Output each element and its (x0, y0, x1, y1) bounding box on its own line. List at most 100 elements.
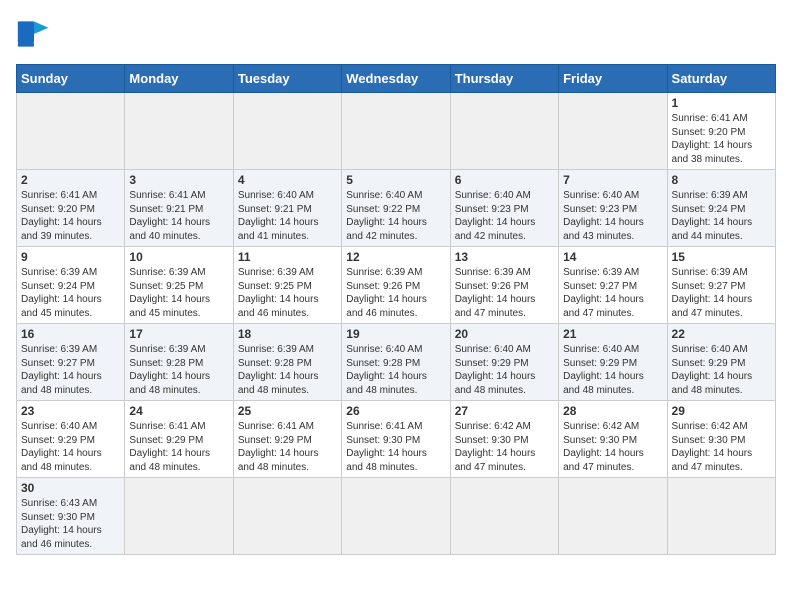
day-info: Sunrise: 6:42 AM Sunset: 9:30 PM Dayligh… (563, 420, 662, 474)
calendar-day-cell: 6 Sunrise: 6:40 AM Sunset: 9:23 PM Daylig… (450, 170, 558, 247)
calendar-day-cell: 28 Sunrise: 6:42 AM Sunset: 9:30 PM Dayli… (559, 401, 667, 478)
day-number: 23 (21, 404, 120, 418)
calendar-day-cell (667, 478, 775, 555)
day-info: Sunrise: 6:39 AM Sunset: 9:24 PM Dayligh… (672, 189, 771, 243)
calendar-day-cell: 8Sunrise: 6:39 AM Sunset: 9:24 PM Daylig… (667, 170, 775, 247)
day-info: Sunrise: 6:40 AM Sunset: 9:22 PM Dayligh… (346, 189, 445, 243)
day-info: Sunrise: 6:40 AM Sunset: 9:21 PM Dayligh… (238, 189, 337, 243)
calendar-week-row: 16 Sunrise: 6:39 AM Sunset: 9:27 PM Dayli… (17, 324, 776, 401)
day-info: Sunrise: 6:41 AM Sunset: 9:20 PM Dayligh… (21, 189, 120, 243)
day-number: 1 (672, 96, 771, 110)
day-info: Sunrise: 6:39 AM Sunset: 9:28 PM Dayligh… (238, 343, 337, 397)
calendar-day-cell: 24 Sunrise: 6:41 AM Sunset: 9:29 PM Dayli… (125, 401, 233, 478)
day-number: 10 (129, 250, 228, 264)
calendar-day-cell (125, 93, 233, 170)
calendar-table: SundayMondayTuesdayWednesdayThursdayFrid… (16, 64, 776, 555)
calendar-day-cell: 20Sunrise: 6:40 AM Sunset: 9:29 PM Dayli… (450, 324, 558, 401)
day-number: 24 (129, 404, 228, 418)
day-info: Sunrise: 6:42 AM Sunset: 9:30 PM Dayligh… (672, 420, 771, 474)
day-number: 6 (455, 173, 554, 187)
col-header-tuesday: Tuesday (233, 65, 341, 93)
day-number: 14 (563, 250, 662, 264)
page-header (16, 16, 776, 52)
day-number: 22 (672, 327, 771, 341)
day-number: 16 (21, 327, 120, 341)
calendar-day-cell: 11Sunrise: 6:39 AM Sunset: 9:25 PM Dayli… (233, 247, 341, 324)
calendar-day-cell: 16 Sunrise: 6:39 AM Sunset: 9:27 PM Dayli… (17, 324, 125, 401)
day-number: 28 (563, 404, 662, 418)
day-info: Sunrise: 6:39 AM Sunset: 9:27 PM Dayligh… (563, 266, 662, 320)
day-info: Sunrise: 6:40 AM Sunset: 9:23 PM Dayligh… (563, 189, 662, 243)
calendar-day-cell: 17Sunrise: 6:39 AM Sunset: 9:28 PM Dayli… (125, 324, 233, 401)
day-info: Sunrise: 6:39 AM Sunset: 9:24 PM Dayligh… (21, 266, 120, 320)
calendar-day-cell: 7 Sunrise: 6:40 AM Sunset: 9:23 PM Daylig… (559, 170, 667, 247)
day-number: 20 (455, 327, 554, 341)
calendar-day-cell (342, 478, 450, 555)
calendar-day-cell: 19Sunrise: 6:40 AM Sunset: 9:28 PM Dayli… (342, 324, 450, 401)
calendar-day-cell: 14 Sunrise: 6:39 AM Sunset: 9:27 PM Dayli… (559, 247, 667, 324)
calendar-week-row: 1 Sunrise: 6:41 AM Sunset: 9:20 PM Daylig… (17, 93, 776, 170)
day-info: Sunrise: 6:39 AM Sunset: 9:27 PM Dayligh… (21, 343, 120, 397)
col-header-saturday: Saturday (667, 65, 775, 93)
col-header-monday: Monday (125, 65, 233, 93)
col-header-sunday: Sunday (17, 65, 125, 93)
day-number: 7 (563, 173, 662, 187)
calendar-day-cell: 27 Sunrise: 6:42 AM Sunset: 9:30 PM Dayli… (450, 401, 558, 478)
day-info: Sunrise: 6:42 AM Sunset: 9:30 PM Dayligh… (455, 420, 554, 474)
calendar-week-row: 23 Sunrise: 6:40 AM Sunset: 9:29 PM Dayli… (17, 401, 776, 478)
day-number: 2 (21, 173, 120, 187)
calendar-day-cell: 21 Sunrise: 6:40 AM Sunset: 9:29 PM Dayli… (559, 324, 667, 401)
day-info: Sunrise: 6:40 AM Sunset: 9:29 PM Dayligh… (672, 343, 771, 397)
calendar-day-cell: 2 Sunrise: 6:41 AM Sunset: 9:20 PM Daylig… (17, 170, 125, 247)
calendar-day-cell: 18 Sunrise: 6:39 AM Sunset: 9:28 PM Dayli… (233, 324, 341, 401)
logo (16, 16, 58, 52)
calendar-day-cell: 23 Sunrise: 6:40 AM Sunset: 9:29 PM Dayli… (17, 401, 125, 478)
calendar-day-cell (125, 478, 233, 555)
calendar-header-row: SundayMondayTuesdayWednesdayThursdayFrid… (17, 65, 776, 93)
calendar-day-cell (17, 93, 125, 170)
col-header-thursday: Thursday (450, 65, 558, 93)
calendar-day-cell: 5 Sunrise: 6:40 AM Sunset: 9:22 PM Daylig… (342, 170, 450, 247)
calendar-day-cell: 3Sunrise: 6:41 AM Sunset: 9:21 PM Daylig… (125, 170, 233, 247)
calendar-day-cell: 30 Sunrise: 6:43 AM Sunset: 9:30 PM Dayli… (17, 478, 125, 555)
day-info: Sunrise: 6:43 AM Sunset: 9:30 PM Dayligh… (21, 497, 120, 551)
day-number: 30 (21, 481, 120, 495)
calendar-week-row: 30 Sunrise: 6:43 AM Sunset: 9:30 PM Dayli… (17, 478, 776, 555)
calendar-day-cell: 10 Sunrise: 6:39 AM Sunset: 9:25 PM Dayli… (125, 247, 233, 324)
calendar-day-cell: 4 Sunrise: 6:40 AM Sunset: 9:21 PM Daylig… (233, 170, 341, 247)
day-info: Sunrise: 6:39 AM Sunset: 9:26 PM Dayligh… (346, 266, 445, 320)
calendar-week-row: 9 Sunrise: 6:39 AM Sunset: 9:24 PM Daylig… (17, 247, 776, 324)
day-number: 15 (672, 250, 771, 264)
day-number: 12 (346, 250, 445, 264)
calendar-day-cell: 1 Sunrise: 6:41 AM Sunset: 9:20 PM Daylig… (667, 93, 775, 170)
calendar-day-cell: 25Sunrise: 6:41 AM Sunset: 9:29 PM Dayli… (233, 401, 341, 478)
day-number: 27 (455, 404, 554, 418)
day-info: Sunrise: 6:40 AM Sunset: 9:29 PM Dayligh… (21, 420, 120, 474)
day-number: 29 (672, 404, 771, 418)
day-info: Sunrise: 6:39 AM Sunset: 9:26 PM Dayligh… (455, 266, 554, 320)
day-number: 26 (346, 404, 445, 418)
day-number: 3 (129, 173, 228, 187)
day-number: 19 (346, 327, 445, 341)
day-number: 18 (238, 327, 337, 341)
calendar-day-cell: 13 Sunrise: 6:39 AM Sunset: 9:26 PM Dayli… (450, 247, 558, 324)
day-info: Sunrise: 6:39 AM Sunset: 9:25 PM Dayligh… (238, 266, 337, 320)
calendar-day-cell (233, 93, 341, 170)
calendar-day-cell (450, 93, 558, 170)
day-info: Sunrise: 6:40 AM Sunset: 9:23 PM Dayligh… (455, 189, 554, 243)
calendar-day-cell: 12 Sunrise: 6:39 AM Sunset: 9:26 PM Dayli… (342, 247, 450, 324)
day-number: 13 (455, 250, 554, 264)
day-info: Sunrise: 6:39 AM Sunset: 9:25 PM Dayligh… (129, 266, 228, 320)
day-number: 9 (21, 250, 120, 264)
calendar-day-cell: 22 Sunrise: 6:40 AM Sunset: 9:29 PM Dayli… (667, 324, 775, 401)
day-info: Sunrise: 6:41 AM Sunset: 9:20 PM Dayligh… (672, 112, 771, 166)
day-info: Sunrise: 6:40 AM Sunset: 9:29 PM Dayligh… (563, 343, 662, 397)
calendar-day-cell: 15Sunrise: 6:39 AM Sunset: 9:27 PM Dayli… (667, 247, 775, 324)
day-number: 17 (129, 327, 228, 341)
calendar-week-row: 2 Sunrise: 6:41 AM Sunset: 9:20 PM Daylig… (17, 170, 776, 247)
calendar-day-cell (342, 93, 450, 170)
day-number: 5 (346, 173, 445, 187)
day-number: 4 (238, 173, 337, 187)
day-number: 21 (563, 327, 662, 341)
day-info: Sunrise: 6:41 AM Sunset: 9:29 PM Dayligh… (129, 420, 228, 474)
